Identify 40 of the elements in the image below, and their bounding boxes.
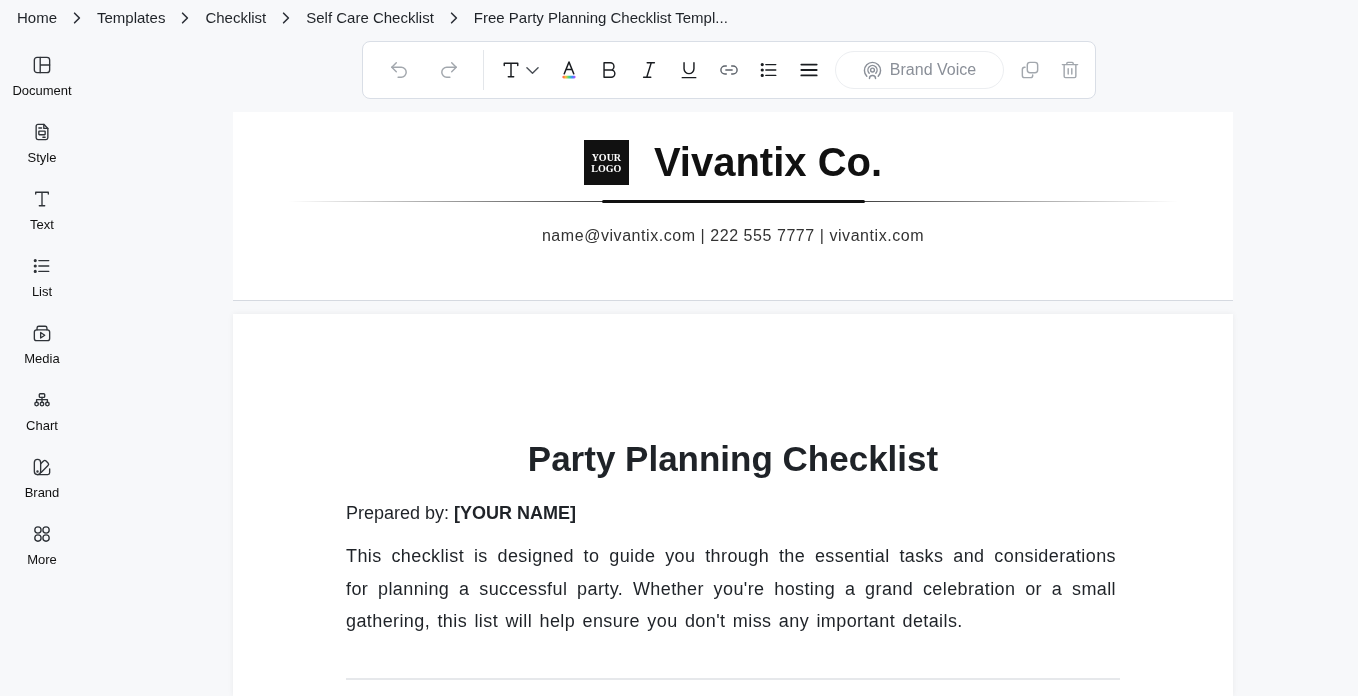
breadcrumb-link[interactable]: Free Party Planning Checklist Templ... <box>473 9 728 27</box>
layout-icon <box>33 56 51 74</box>
list-icon <box>760 61 778 79</box>
company-name: Vivantix Co. <box>653 140 883 185</box>
document-title: Party Planning Checklist <box>526 438 940 480</box>
swatch-icon <box>33 458 51 476</box>
file-icon <box>33 123 51 141</box>
list-icon <box>33 257 51 275</box>
breadcrumb-link[interactable]: Self Care Checklist <box>306 9 434 27</box>
logo: YOUR LOGO <box>583 140 629 185</box>
hierarchy-icon <box>33 391 51 409</box>
sidebar-item[interactable]: Text <box>3 186 81 236</box>
bold-icon <box>600 61 618 79</box>
contact-info: name@vivantix.com | 222 555 7777 | vivantix.com <box>541 226 925 246</box>
sidebar-item[interactable]: Document <box>3 52 81 102</box>
breadcrumb-link[interactable]: Checklist <box>205 9 267 27</box>
trash-icon <box>1061 61 1079 79</box>
align-icon <box>800 61 818 79</box>
text-icon <box>33 190 51 208</box>
breadcrumb-link[interactable]: Home <box>17 9 57 27</box>
text-color-icon <box>560 61 578 79</box>
play-icon <box>33 324 51 342</box>
sidebar-item[interactable]: Media <box>3 320 81 370</box>
underline-icon <box>680 61 698 79</box>
grid-icon <box>33 525 51 543</box>
redo-icon <box>440 61 458 79</box>
breadcrumb-link[interactable]: Templates <box>97 9 166 27</box>
intro-paragraph: This checklist is designed to guide you through the essential tasks and considerations for planning a successful party. Whether you're hosting a grand celebration or a small gathering, this list will help ensure you don't miss any important details. <box>346 545 1116 633</box>
sidebar-item[interactable]: Brand <box>3 454 81 504</box>
undo-icon <box>390 61 408 79</box>
sidebar-item[interactable]: List <box>3 253 81 303</box>
italic-icon <box>640 61 658 79</box>
prepared-by-text: Prepared by: [YOUR NAME] <box>346 502 578 525</box>
chevron-right-icon <box>71 12 83 24</box>
sidebar-item[interactable]: Style <box>3 119 81 169</box>
copy-icon <box>1021 61 1039 79</box>
person-signal-icon <box>862 60 882 80</box>
text-icon <box>502 61 520 79</box>
sidebar-item[interactable]: More <box>3 521 81 571</box>
sidebar-item[interactable]: Chart <box>3 387 81 437</box>
